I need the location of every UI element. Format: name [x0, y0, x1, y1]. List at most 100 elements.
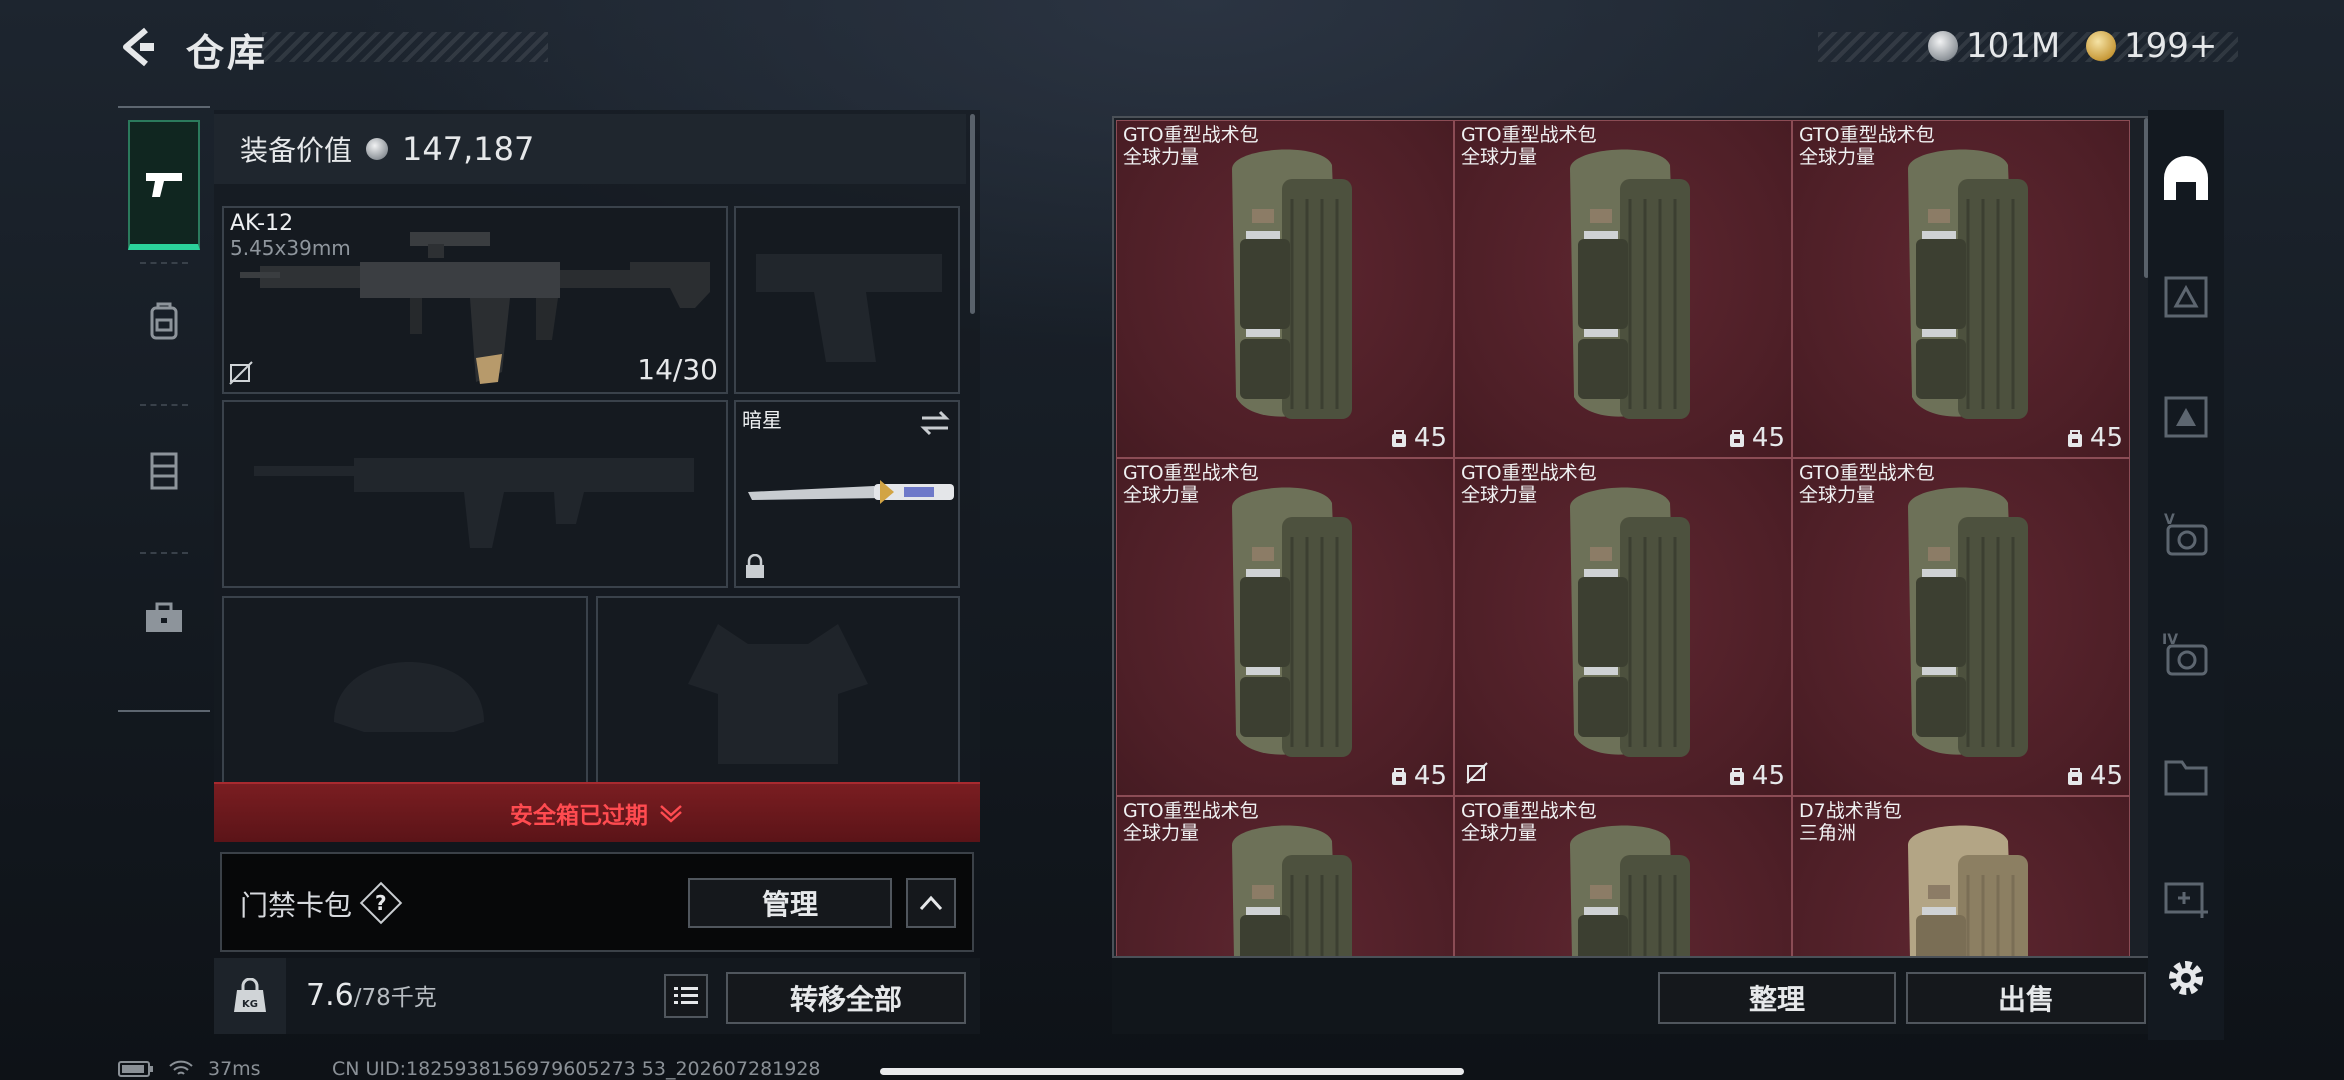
- item-name: GTO重型战术包: [1123, 800, 1259, 822]
- equipment-value-label: 装备价值: [240, 134, 353, 167]
- melee-slot[interactable]: 暗星: [734, 400, 960, 588]
- toolbox-icon: [146, 602, 182, 632]
- tab-toolbox[interactable]: [128, 568, 200, 668]
- warehouse-item[interactable]: GTO重型战术包 全球力量 45: [1454, 120, 1792, 458]
- item-tag: 全球力量: [1123, 146, 1200, 168]
- category-tabs: [118, 106, 210, 712]
- item-tag: 三角洲: [1799, 822, 1857, 844]
- back-arrow-icon: [123, 27, 154, 67]
- warehouse-item[interactable]: GTO重型战术包 全球力量 45: [1792, 120, 2130, 458]
- item-capacity: 45: [1728, 761, 1785, 791]
- swap-icon[interactable]: [920, 410, 950, 436]
- backpack-icon: [150, 302, 178, 340]
- warehouse-item[interactable]: GTO重型战术包 全球力量 45: [1454, 458, 1792, 796]
- battery-icon: [118, 1061, 153, 1077]
- heavy-backpack-image: [1570, 825, 1690, 956]
- knife-image: [748, 480, 954, 504]
- pistol-slot[interactable]: [734, 206, 960, 394]
- filter-armor-1[interactable]: [2156, 266, 2216, 326]
- user-uid: CN UID:1825938156979605273 53_2026072819…: [332, 1058, 821, 1080]
- filter-armor-2[interactable]: [2156, 386, 2216, 446]
- home-indicator[interactable]: [880, 1068, 1464, 1075]
- lock-icon: [746, 554, 764, 578]
- currency-coins[interactable]: 101M: [1928, 22, 2060, 70]
- warehouse-item[interactable]: D7战术背包 三角洲: [1792, 796, 2130, 956]
- equipment-scrollbar[interactable]: [970, 114, 975, 314]
- weapon-ammo: 14/30: [637, 353, 718, 386]
- filter-folder[interactable]: [2156, 746, 2216, 806]
- equipment-value: 装备价值 147,187: [214, 114, 966, 184]
- coin-icon: [366, 138, 389, 160]
- filter-helmet[interactable]: [2156, 150, 2216, 210]
- item-tag: 全球力量: [1461, 146, 1538, 168]
- item-tag: 全球力量: [1123, 822, 1200, 844]
- no-insurance-icon: [1466, 762, 1488, 784]
- helmet-slot[interactable]: [222, 596, 588, 782]
- card-bag-label: 门禁卡包: [240, 889, 353, 922]
- collapse-button[interactable]: [906, 878, 956, 928]
- tab-armor[interactable]: [128, 420, 200, 520]
- rifle-silhouette-icon: [254, 458, 694, 548]
- sort-button[interactable]: 整理: [1658, 972, 1896, 1024]
- item-count: 45: [1413, 423, 1447, 453]
- armor-slot[interactable]: [596, 596, 960, 782]
- tab-weapons[interactable]: [128, 120, 200, 250]
- safe-box-status: 安全箱已过期: [510, 803, 648, 829]
- filter-armor-4[interactable]: IV: [2156, 626, 2216, 686]
- item-name: GTO重型战术包: [1123, 462, 1259, 484]
- sell-button[interactable]: 出售: [1906, 972, 2146, 1024]
- pistol-silhouette-icon: [756, 254, 942, 362]
- heavy-backpack-image: [1908, 149, 2028, 419]
- warehouse-item[interactable]: GTO重型战术包 全球力量: [1454, 796, 1792, 956]
- warehouse-item[interactable]: GTO重型战术包 全球力量: [1116, 796, 1454, 956]
- warehouse-item[interactable]: GTO重型战术包 全球力量 45: [1116, 120, 1454, 458]
- helmet-icon: [2164, 156, 2208, 200]
- vest-icon: [150, 452, 178, 490]
- item-count: 45: [2089, 761, 2123, 791]
- folder-icon: [2164, 760, 2208, 796]
- helmet-silhouette-icon: [334, 662, 484, 732]
- currency-coins-value: 101M: [1966, 26, 2061, 66]
- tab-backpack[interactable]: [128, 272, 200, 372]
- transfer-all-button[interactable]: 转移全部: [726, 972, 966, 1024]
- backpack-small-icon: [1729, 430, 1744, 447]
- equipment-value-amount: 147,187: [402, 130, 535, 168]
- primary-weapon-slot[interactable]: AK-12 5.45x39mm 14/30: [222, 206, 728, 394]
- wifi-icon: [169, 1060, 193, 1075]
- item-name: GTO重型战术包: [1461, 124, 1597, 146]
- item-name: GTO重型战术包: [1799, 462, 1935, 484]
- ticket-coin-icon: [2086, 31, 2116, 61]
- heavy-backpack-image: [1570, 149, 1690, 419]
- item-name: GTO重型战术包: [1123, 124, 1259, 146]
- backpack-small-icon: [2067, 768, 2082, 785]
- warehouse-item[interactable]: GTO重型战术包 全球力量 45: [1792, 458, 2130, 796]
- safe-box-expired-bar[interactable]: 安全箱已过期: [214, 782, 980, 842]
- filter-armor-5[interactable]: V: [2156, 506, 2216, 566]
- back-button[interactable]: [116, 24, 162, 70]
- settings-button[interactable]: [2156, 948, 2216, 1008]
- warehouse-grid[interactable]: GTO重型战术包 全球力量 45 GTO重型战术包 全球力量 45 GTO重型战术包 全球力量…: [1112, 116, 2224, 958]
- item-name: GTO重型战术包: [1799, 124, 1935, 146]
- no-insurance-icon: [229, 361, 253, 385]
- backpack-small-icon: [1391, 430, 1406, 447]
- page-title: 仓库: [186, 31, 269, 75]
- warehouse-item[interactable]: GTO重型战术包 全球力量 45: [1116, 458, 1454, 796]
- item-tag: 全球力量: [1799, 146, 1876, 168]
- list-icon: [674, 987, 698, 1004]
- secondary-weapon-slot[interactable]: [222, 400, 728, 588]
- svg-text:V: V: [2164, 512, 2175, 528]
- item-capacity: 45: [1390, 423, 1447, 453]
- armor-silhouette-icon: [688, 624, 868, 764]
- manage-button[interactable]: 管理: [688, 878, 892, 928]
- item-count: 45: [1751, 423, 1785, 453]
- settings-icon: [2169, 961, 2203, 995]
- currency-tickets[interactable]: 199+: [2086, 22, 2217, 70]
- heavy-backpack-image: [1232, 487, 1352, 757]
- heavy-backpack-image: [1570, 487, 1690, 757]
- svg-text:KG: KG: [242, 999, 258, 1010]
- list-view-button[interactable]: [664, 974, 708, 1018]
- backpack-small-icon: [1729, 768, 1744, 785]
- filter-medkit[interactable]: [2156, 866, 2216, 926]
- item-name: GTO重型战术包: [1461, 800, 1597, 822]
- medkit-icon: [2164, 882, 2208, 918]
